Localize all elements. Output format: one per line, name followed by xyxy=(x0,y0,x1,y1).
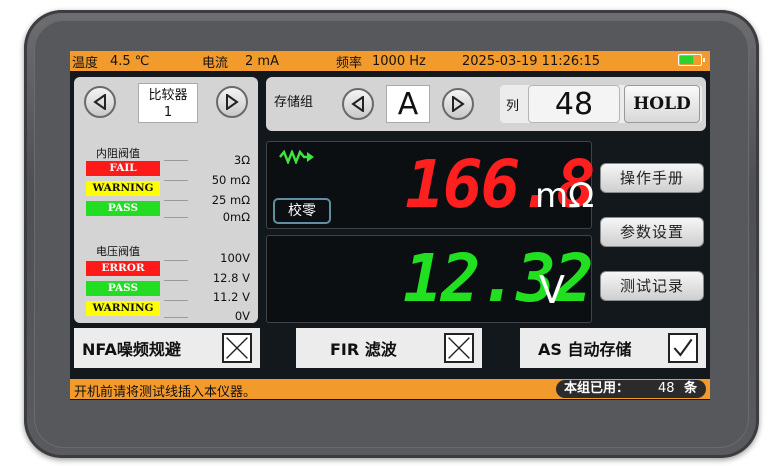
hold-button[interactable]: HOLD xyxy=(624,85,700,123)
group-prev-button[interactable] xyxy=(342,88,374,120)
settings-button[interactable]: 参数设置 xyxy=(600,217,704,247)
checkmark-icon xyxy=(673,338,693,357)
storage-panel: 存储组 A 列 48 HOLD xyxy=(266,77,706,131)
datetime: 2025-03-19 11:26:15 xyxy=(462,53,601,69)
group-next-button[interactable] xyxy=(442,88,474,120)
storage-group-value[interactable]: A xyxy=(386,85,430,123)
used-counter: 本组已用： 48 条 xyxy=(556,380,706,398)
storage-group-label: 存储组 xyxy=(274,95,314,110)
auto-save-checkbox[interactable] xyxy=(668,333,698,363)
resistance-pass-tag: PASS xyxy=(86,201,160,216)
hint-message: 开机前请将测试线插入本仪器。 xyxy=(74,385,257,400)
fir-label: FIR 滤波 xyxy=(330,340,397,359)
fir-option[interactable]: FIR 滤波 xyxy=(296,328,482,368)
threshold-line xyxy=(164,300,188,301)
threshold-line xyxy=(164,317,188,318)
nfa-label: NFA噪频规避 xyxy=(82,340,181,359)
resistance-threshold-title: 内阻阀值 xyxy=(96,147,140,160)
signal-indicator-icon xyxy=(279,150,314,164)
fir-checkbox[interactable] xyxy=(444,333,474,363)
chevron-right-icon xyxy=(226,94,239,110)
zero-calibration-button[interactable]: 校零 xyxy=(273,198,331,224)
status-bar: 温度 4.5 ℃ 电流 2 mA 频率 1000 Hz 2025-03-19 1… xyxy=(70,51,710,71)
frequency-value: 1000 Hz xyxy=(372,53,426,69)
auto-save-label: AS 自动存储 xyxy=(538,340,632,359)
resistance-unit: mΩ xyxy=(535,176,595,216)
device-screen: 温度 4.5 ℃ 电流 2 mA 频率 1000 Hz 2025-03-19 1… xyxy=(70,51,710,400)
resistance-warning-value: 25 mΩ xyxy=(211,193,250,207)
chevron-left-icon xyxy=(351,96,364,112)
voltage-pass-tag: PASS xyxy=(86,281,160,296)
resistance-lower-value: 0mΩ xyxy=(222,210,250,224)
unchecked-cross-icon xyxy=(226,337,248,359)
threshold-line xyxy=(164,280,188,281)
resistance-display: 校零 166.8 mΩ xyxy=(266,141,596,229)
threshold-line xyxy=(164,180,188,181)
voltage-error-tag: ERROR xyxy=(86,261,160,276)
records-button[interactable]: 测试记录 xyxy=(600,271,704,301)
resistance-warning-tag: WARNING xyxy=(86,181,160,196)
current-value: 2 mA xyxy=(245,53,279,69)
voltage-high-value: 12.8 V xyxy=(212,271,250,285)
column-value[interactable]: 48 xyxy=(528,85,620,123)
temperature-value: 4.5 ℃ xyxy=(110,53,150,69)
auto-save-option[interactable]: AS 自动存储 xyxy=(520,328,706,368)
voltage-display: 12.32 V xyxy=(266,235,594,323)
unchecked-cross-icon xyxy=(448,337,470,359)
manual-button[interactable]: 操作手册 xyxy=(600,163,704,193)
used-count: 48 xyxy=(658,381,675,396)
chevron-right-icon xyxy=(452,96,465,112)
voltage-low-value: 11.2 V xyxy=(212,290,250,304)
comparator-box[interactable]: 比较器 1 xyxy=(138,83,198,123)
frequency-label: 频率 xyxy=(336,55,363,71)
comparator-label: 比较器 xyxy=(148,88,188,103)
threshold-line xyxy=(164,217,188,218)
threshold-panel: 比较器 1 内阻阀值 FAIL WARNING PASS 3Ω 50 mΩ 25… xyxy=(74,77,258,323)
column-panel: 列 48 HOLD xyxy=(500,85,702,123)
battery-level xyxy=(680,56,694,64)
comparator-next-button[interactable] xyxy=(216,86,248,118)
voltage-threshold-title: 电压阀值 xyxy=(96,245,140,258)
voltage-warning-tag: WARNING xyxy=(86,301,160,316)
threshold-line xyxy=(164,160,188,161)
nfa-checkbox[interactable] xyxy=(222,333,252,363)
threshold-line xyxy=(164,200,188,201)
battery-icon xyxy=(678,54,705,66)
resistance-fail-value: 50 mΩ xyxy=(211,173,250,187)
bottom-bar: 开机前请将测试线插入本仪器。 本组已用： 48 条 xyxy=(70,379,710,400)
resistance-fail-tag: FAIL xyxy=(86,161,160,176)
column-label: 列 xyxy=(506,99,520,114)
voltage-upper-value: 100V xyxy=(220,251,250,265)
current-label: 电流 xyxy=(202,55,229,71)
threshold-line xyxy=(164,260,188,261)
voltage-lower-value: 0V xyxy=(234,309,250,323)
temperature-label: 温度 xyxy=(72,55,99,71)
resistance-upper-value: 3Ω xyxy=(233,153,250,167)
chevron-left-icon xyxy=(93,94,106,110)
voltage-unit: V xyxy=(539,268,565,312)
used-label: 本组已用： xyxy=(564,381,630,396)
used-suffix: 条 xyxy=(684,381,698,396)
nfa-option[interactable]: NFA噪频规避 xyxy=(74,328,260,368)
comparator-prev-button[interactable] xyxy=(84,86,116,118)
comparator-value: 1 xyxy=(163,105,173,120)
